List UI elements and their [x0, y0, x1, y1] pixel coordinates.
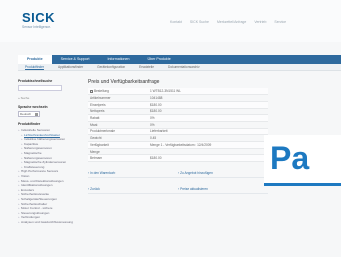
product-tree: Industrielle SensorenLichtschranken/Lich…: [18, 128, 73, 225]
table-row: Einzelpreis $180.00: [88, 101, 268, 109]
subnav-spare-parts[interactable]: Ersatzteile: [132, 64, 161, 70]
promo-banner[interactable]: Pa: [264, 135, 341, 186]
subnav-configurator[interactable]: Gerätekonfiguration: [90, 64, 132, 70]
row-key-label: Menge: [90, 149, 100, 154]
topnav-watchlist[interactable]: Merkzettel/Anfrage: [217, 20, 246, 24]
row-key-label: Nettopreis: [90, 109, 105, 114]
update-prices-label: Preise aktualisieren: [180, 187, 208, 192]
row-key: Betrnam: [88, 154, 148, 163]
row-key-label: Produktmerkmale: [90, 129, 115, 134]
table-row: Artikelnummer 1041488: [88, 94, 268, 102]
row-key: Verfügbarkeit: [88, 141, 148, 149]
back-label: Zurück: [90, 187, 100, 192]
row-value: $180.00: [148, 101, 268, 109]
tab-information[interactable]: Informationen: [99, 55, 139, 64]
tab-about-products[interactable]: Über Produkte: [139, 55, 180, 64]
topnav-sales[interactable]: Vertrieb: [254, 20, 266, 24]
row-value: [148, 148, 268, 156]
update-prices-button[interactable]: ›Preise aktualisieren: [178, 187, 268, 195]
row-key-label: Verfügbarkeit: [90, 142, 109, 147]
page: SICK Sensor Intelligence. Kontakt SICK S…: [0, 0, 341, 257]
logo-tagline: Sensor Intelligence.: [22, 25, 51, 29]
topnav-search[interactable]: SICK Suche: [190, 20, 209, 24]
action-buttons: ›In den Warenkorb ›Zu Angebot hinzufügen…: [88, 171, 268, 195]
row-key: Nettopreis: [88, 108, 148, 116]
table-row: Bestellung 1 WTB12-3N1511 WL: [88, 88, 268, 96]
table-row: Rabatt 0%: [88, 114, 268, 122]
table-row: Gewicht 0.45: [88, 134, 268, 142]
table-row: Betrnam $180.00: [88, 154, 268, 163]
quick-search-heading: Produktschnellsuche: [18, 79, 53, 83]
arrow-right-icon: ›: [88, 171, 90, 176]
row-key-label: Einzelpreis: [90, 102, 106, 107]
subnav-product-finder[interactable]: Produktfinder: [18, 64, 51, 70]
row-value: Menge 1 - Verfügbarkeitsdatum : 12/4/200…: [148, 141, 268, 149]
row-key-label: Rabatt: [90, 116, 100, 121]
row-key-label: Artikelnummer: [90, 96, 111, 101]
sub-navigation: Produktfinder Applikationsfinder Gerätek…: [18, 64, 341, 71]
row-value: $180.00: [148, 154, 268, 163]
promo-text: Pa: [270, 140, 310, 176]
row-value: 0%: [148, 114, 268, 122]
table-row: Menge: [88, 148, 268, 156]
sidebar: Produktschnellsuche » Suche Sprache wech…: [18, 79, 73, 225]
row-value: 0%: [148, 121, 268, 129]
logo-wordmark: SICK: [22, 10, 56, 25]
language-select[interactable]: Deutsch: [18, 111, 40, 117]
sick-logo[interactable]: SICK Sensor Intelligence.: [22, 11, 55, 29]
topnav-service[interactable]: Service: [274, 20, 286, 24]
add-to-cart-label: In den Warenkorb: [90, 171, 116, 176]
quick-search-input[interactable]: [18, 85, 62, 91]
table-row: Produktmerkmale Lieferbarkeit: [88, 128, 268, 136]
checkbox-icon[interactable]: [90, 89, 93, 93]
row-key: Mwst: [88, 121, 148, 129]
add-to-quote-label: Zu Angebot hinzufügen: [180, 171, 213, 176]
top-navigation: Kontakt SICK Suche Merkzettel/Anfrage Ve…: [170, 20, 286, 24]
subnav-documentation[interactable]: Dokumentationsarchiv: [161, 64, 207, 70]
row-key: Gewicht: [88, 134, 148, 142]
subnav-application-finder[interactable]: Applikationsfinder: [51, 64, 90, 70]
back-button[interactable]: ›Zurück: [88, 187, 178, 195]
tab-service-support[interactable]: Service & Support: [52, 55, 99, 64]
language-heading: Sprache wechseln: [18, 105, 48, 109]
row-value: $180.00: [148, 108, 268, 116]
arrow-right-icon: ›: [88, 187, 90, 192]
arrow-right-icon: ›: [178, 187, 180, 192]
table-row: Nettopreis $180.00: [88, 108, 268, 116]
row-key: Produktmerkmale: [88, 128, 148, 136]
row-key: Rabatt: [88, 114, 148, 122]
tab-products[interactable]: Produkte: [18, 55, 52, 64]
page-title: Preis und Verfügbarkeitsanfrage: [88, 79, 160, 85]
row-key-label: Betrnam: [90, 156, 103, 161]
row-key-label: Gewicht: [90, 136, 102, 141]
arrow-right-icon: ›: [178, 171, 180, 176]
price-availability-table: Bestellung 1 WTB12-3N1511 WL Artikelnummer…: [88, 88, 268, 163]
product-finder-heading: Produktfinder: [18, 122, 41, 126]
topnav-contact[interactable]: Kontakt: [170, 20, 182, 24]
search-link[interactable]: » Suche: [18, 96, 64, 100]
add-to-quote-button[interactable]: ›Zu Angebot hinzufügen: [178, 171, 268, 179]
row-key: Einzelpreis: [88, 101, 148, 109]
tree-item[interactable]: Analysen und Gasdurchflussmessung: [18, 220, 73, 225]
row-value: 0.45: [148, 134, 268, 142]
row-key: Menge: [88, 148, 148, 156]
table-row: Verfügbarkeit Menge 1 - Verfügbarkeitsdat…: [88, 141, 268, 149]
row-value: 1 WTB12-3N1511 WL: [148, 88, 268, 96]
row-key: Artikelnummer: [88, 94, 148, 102]
row-value: Lieferbarkeit: [148, 128, 268, 136]
table-row: Mwst 0%: [88, 121, 268, 129]
promo-underline: [264, 183, 341, 186]
add-to-cart-button[interactable]: ›In den Warenkorb: [88, 171, 178, 179]
row-key-label: Bestellung: [94, 89, 109, 94]
row-key-label: Mwst: [90, 122, 98, 127]
site-header: SICK Sensor Intelligence. Kontakt SICK S…: [0, 0, 341, 42]
row-key: Bestellung: [88, 88, 148, 96]
main-navigation: Produkte Service & Support Informationen…: [18, 55, 341, 64]
row-value: 1041488: [148, 94, 268, 102]
